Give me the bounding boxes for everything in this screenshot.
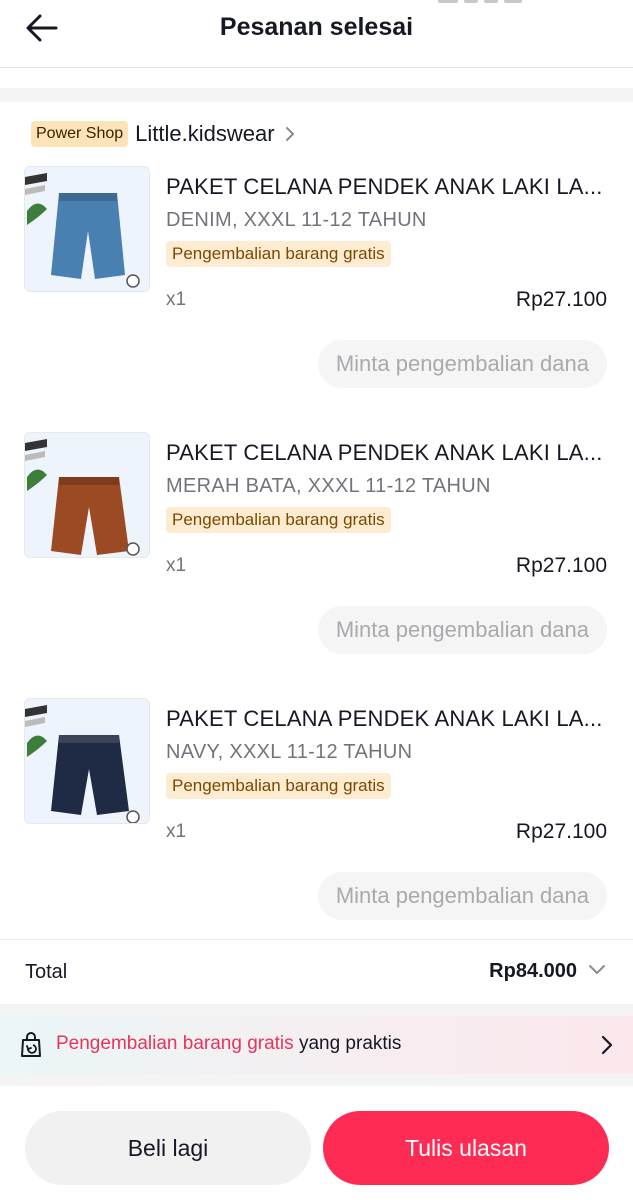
buy-again-button[interactable]: Beli lagi bbox=[25, 1111, 311, 1185]
shorts-image-icon bbox=[25, 699, 149, 823]
status-bar-fragment bbox=[438, 0, 588, 3]
section-divider bbox=[0, 88, 633, 102]
product-price: Rp27.100 bbox=[515, 820, 607, 843]
bottom-action-bar: Beli lagi Tulis ulasan bbox=[0, 1086, 633, 1200]
chevron-right-icon bbox=[285, 127, 294, 141]
section-divider bbox=[0, 1004, 633, 1016]
refund-request-button[interactable]: Minta pengembalian dana bbox=[317, 606, 607, 654]
product-name[interactable]: PAKET CELANA PENDEK ANAK LAKI LA... bbox=[166, 706, 606, 732]
free-return-tag: Pengembalian barang gratis bbox=[166, 773, 391, 799]
product-price: Rp27.100 bbox=[515, 288, 607, 311]
write-review-button[interactable]: Tulis ulasan bbox=[323, 1111, 609, 1185]
order-item: PAKET CELANA PENDEK ANAK LAKI LA... DENI… bbox=[0, 166, 633, 416]
order-item: PAKET CELANA PENDEK ANAK LAKI LA... NAVY… bbox=[0, 698, 633, 948]
product-thumbnail[interactable] bbox=[24, 432, 150, 558]
shop-row[interactable]: Power Shop Little.kidswear bbox=[31, 119, 295, 149]
product-variant: DENIM, XXXL 11-12 TAHUN bbox=[166, 209, 427, 231]
promo-rest: yang praktis bbox=[293, 1033, 402, 1054]
product-quantity: x1 bbox=[166, 821, 187, 842]
shop-name[interactable]: Little.kidswear bbox=[135, 121, 274, 147]
order-item: PAKET CELANA PENDEK ANAK LAKI LA... MERA… bbox=[0, 432, 633, 682]
shorts-image-icon bbox=[25, 433, 149, 557]
product-thumbnail[interactable] bbox=[24, 166, 150, 292]
refund-request-button[interactable]: Minta pengembalian dana bbox=[317, 340, 607, 388]
product-variant: NAVY, XXXL 11-12 TAHUN bbox=[166, 741, 413, 763]
chevron-right-icon bbox=[601, 1035, 613, 1055]
product-thumbnail[interactable] bbox=[24, 698, 150, 824]
shorts-image-icon bbox=[25, 167, 149, 291]
product-quantity: x1 bbox=[166, 289, 187, 310]
free-return-banner[interactable]: Pengembalian barang gratis yang praktis bbox=[0, 1016, 633, 1074]
product-quantity: x1 bbox=[166, 555, 187, 576]
free-return-tag: Pengembalian barang gratis bbox=[166, 241, 391, 267]
product-name[interactable]: PAKET CELANA PENDEK ANAK LAKI LA... bbox=[166, 174, 606, 200]
product-name[interactable]: PAKET CELANA PENDEK ANAK LAKI LA... bbox=[166, 440, 606, 466]
top-header: Pesanan selesai bbox=[0, 0, 633, 68]
return-bag-icon bbox=[21, 1032, 41, 1057]
page-title: Pesanan selesai bbox=[219, 13, 414, 41]
order-total-row[interactable]: Total Rp84.000 bbox=[0, 940, 633, 1004]
promo-text: Pengembalian barang gratis yang praktis bbox=[56, 1033, 401, 1055]
chevron-down-icon[interactable] bbox=[588, 964, 606, 976]
power-shop-badge: Power Shop bbox=[31, 121, 129, 147]
section-divider bbox=[0, 1074, 633, 1086]
product-variant: MERAH BATA, XXXL 11-12 TAHUN bbox=[166, 475, 491, 497]
promo-highlight: Pengembalian barang gratis bbox=[56, 1033, 294, 1054]
total-label: Total bbox=[25, 961, 68, 983]
product-price: Rp27.100 bbox=[515, 554, 607, 577]
total-value: Rp84.000 bbox=[489, 960, 577, 982]
free-return-tag: Pengembalian barang gratis bbox=[166, 507, 391, 533]
refund-request-button[interactable]: Minta pengembalian dana bbox=[317, 872, 607, 920]
